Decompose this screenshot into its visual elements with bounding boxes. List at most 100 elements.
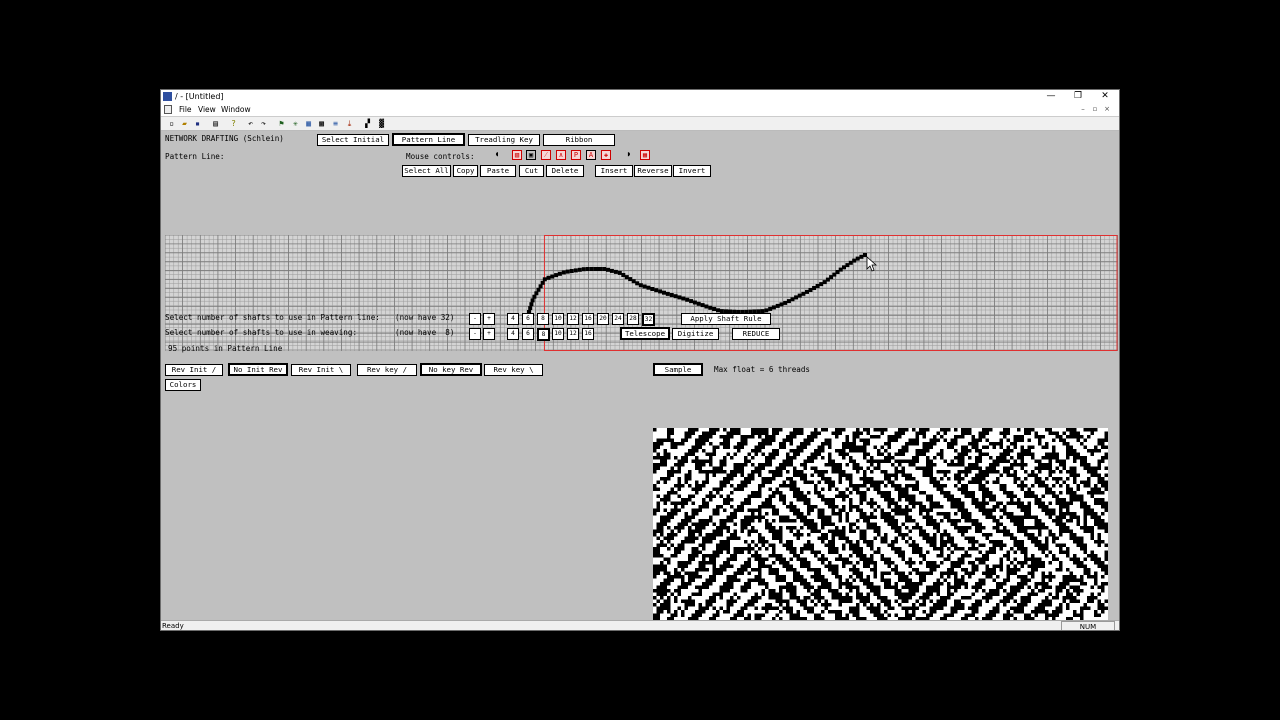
pattern-point[interactable]	[852, 258, 857, 263]
apply-shaft-rule-button[interactable]: Apply Shaft Rule	[681, 313, 771, 325]
shafts-weaving-plus-button[interactable]: +	[483, 328, 495, 340]
pattern-point[interactable]	[650, 287, 655, 291]
colors-button[interactable]: Colors	[165, 379, 201, 391]
lines-icon[interactable]: ≡	[331, 119, 340, 128]
copy-button[interactable]: Copy	[453, 165, 478, 177]
sample-button[interactable]: Sample	[653, 363, 703, 376]
pattern-point[interactable]	[696, 301, 701, 306]
pattern-point[interactable]	[685, 297, 690, 302]
curve-tool-icon[interactable]: ∧	[556, 150, 566, 160]
no-init-rev-button[interactable]: No Init Rev	[228, 363, 288, 376]
pattern-point[interactable]	[530, 298, 535, 303]
pattern-point[interactable]	[786, 299, 791, 304]
restore-button[interactable]: ❐	[1068, 90, 1088, 104]
mdi-close-button[interactable]: ×	[1102, 105, 1112, 113]
shafts-pattern-option-selected[interactable]: 32	[642, 313, 655, 326]
freehand-tool-icon[interactable]: P	[571, 150, 581, 160]
pattern-point[interactable]	[779, 302, 784, 307]
shafts-pattern-option[interactable]: 12	[567, 313, 579, 325]
point-tool-icon[interactable]: ▣	[526, 150, 536, 160]
digitize-button[interactable]: Digitize	[672, 328, 719, 340]
pattern-point[interactable]	[577, 267, 582, 272]
pattern-point[interactable]	[617, 270, 622, 275]
table-icon[interactable]: ▩	[317, 119, 326, 128]
shafts-weaving-option[interactable]: 10	[552, 328, 564, 340]
select-all-button[interactable]: Select All	[402, 165, 451, 177]
reduce-button[interactable]: REDUCE	[732, 328, 780, 340]
pattern-point[interactable]	[546, 275, 551, 280]
tab-pattern-line[interactable]: Pattern Line	[392, 133, 465, 146]
pattern-point[interactable]	[819, 282, 824, 287]
pattern-point[interactable]	[569, 269, 574, 273]
pattern-point[interactable]	[538, 284, 543, 289]
shafts-pattern-option[interactable]: 28	[627, 313, 639, 325]
pattern-point[interactable]	[528, 306, 533, 311]
pattern-point[interactable]	[692, 300, 697, 305]
pattern-point[interactable]	[642, 284, 647, 289]
pattern-point[interactable]	[536, 287, 541, 292]
pattern-point[interactable]	[768, 306, 773, 311]
pattern-point[interactable]	[794, 295, 799, 300]
pattern-point[interactable]	[585, 267, 590, 271]
redo-icon[interactable]: ↷	[259, 119, 268, 128]
tab-ribbon[interactable]: Ribbon	[543, 134, 615, 146]
pattern-point[interactable]	[635, 281, 640, 286]
pattern-point[interactable]	[598, 267, 602, 271]
select-tool-icon[interactable]: ▧	[512, 150, 522, 160]
menu-window[interactable]: Window	[221, 105, 251, 114]
pattern-point[interactable]	[700, 303, 705, 308]
telescope-button[interactable]: Telescope	[620, 327, 670, 340]
pattern-point[interactable]	[669, 293, 674, 297]
pattern-point[interactable]	[681, 296, 686, 301]
help-icon[interactable]: ?	[229, 119, 238, 128]
line-tool-icon[interactable]: ⁄	[541, 150, 551, 160]
pattern-point[interactable]	[621, 273, 626, 277]
shafts-weaving-option[interactable]: 16	[582, 328, 594, 340]
pattern-point[interactable]	[812, 286, 817, 290]
pattern-point[interactable]	[716, 308, 720, 313]
menu-file[interactable]: File	[179, 105, 192, 114]
pattern-point[interactable]	[662, 290, 666, 295]
pattern-point[interactable]	[658, 289, 663, 294]
shafts-pattern-plus-button[interactable]: +	[483, 313, 495, 325]
pattern-point[interactable]	[783, 300, 788, 305]
pattern-point[interactable]	[532, 294, 537, 299]
pattern-point[interactable]	[815, 284, 820, 288]
asterisk-icon[interactable]: ✳	[291, 119, 300, 128]
reverse-button[interactable]: Reverse	[634, 165, 672, 177]
shafts-weaving-option-selected[interactable]: 8	[537, 328, 550, 341]
mdi-minimize-button[interactable]: –	[1078, 105, 1088, 113]
rev-init-back-button[interactable]: Rev Init \	[291, 364, 351, 376]
pattern-point[interactable]	[594, 267, 598, 271]
grid-icon[interactable]: ▦	[304, 119, 313, 128]
arrow-icon[interactable]: ⤓	[345, 119, 354, 128]
pattern-point[interactable]	[581, 267, 586, 272]
pattern-point[interactable]	[554, 273, 559, 278]
invert-button[interactable]: Invert	[673, 165, 711, 177]
pattern-point[interactable]	[689, 299, 694, 304]
mdi-restore-button[interactable]: ▫	[1090, 105, 1100, 113]
pattern-point[interactable]	[557, 271, 562, 276]
pattern-point[interactable]	[529, 302, 534, 307]
shafts-weaving-minus-button[interactable]: -	[469, 328, 481, 340]
pattern-point[interactable]	[540, 280, 545, 285]
minimize-button[interactable]: —	[1041, 90, 1061, 104]
text-tool-icon[interactable]: A	[586, 150, 596, 160]
shafts-pattern-option[interactable]: 10	[552, 313, 564, 325]
pattern-icon[interactable]: ▓	[377, 119, 386, 128]
shafts-pattern-option[interactable]: 6	[522, 313, 534, 325]
shafts-weaving-option[interactable]: 6	[522, 328, 534, 340]
pattern-point[interactable]	[855, 256, 860, 261]
checker-icon[interactable]: ▞	[363, 119, 372, 128]
pattern-point[interactable]	[801, 291, 806, 296]
no-key-rev-button[interactable]: No key Rev	[420, 363, 482, 376]
shafts-pattern-option[interactable]: 4	[507, 313, 519, 325]
pattern-point[interactable]	[631, 279, 636, 284]
pattern-point[interactable]	[561, 270, 566, 275]
rev-key-forward-button[interactable]: Rev key /	[357, 364, 417, 376]
shafts-pattern-minus-button[interactable]: -	[469, 313, 481, 325]
flag-icon[interactable]: ⚑	[277, 119, 286, 128]
pattern-point[interactable]	[677, 295, 682, 300]
pattern-point[interactable]	[764, 308, 769, 313]
pattern-point[interactable]	[704, 304, 709, 309]
